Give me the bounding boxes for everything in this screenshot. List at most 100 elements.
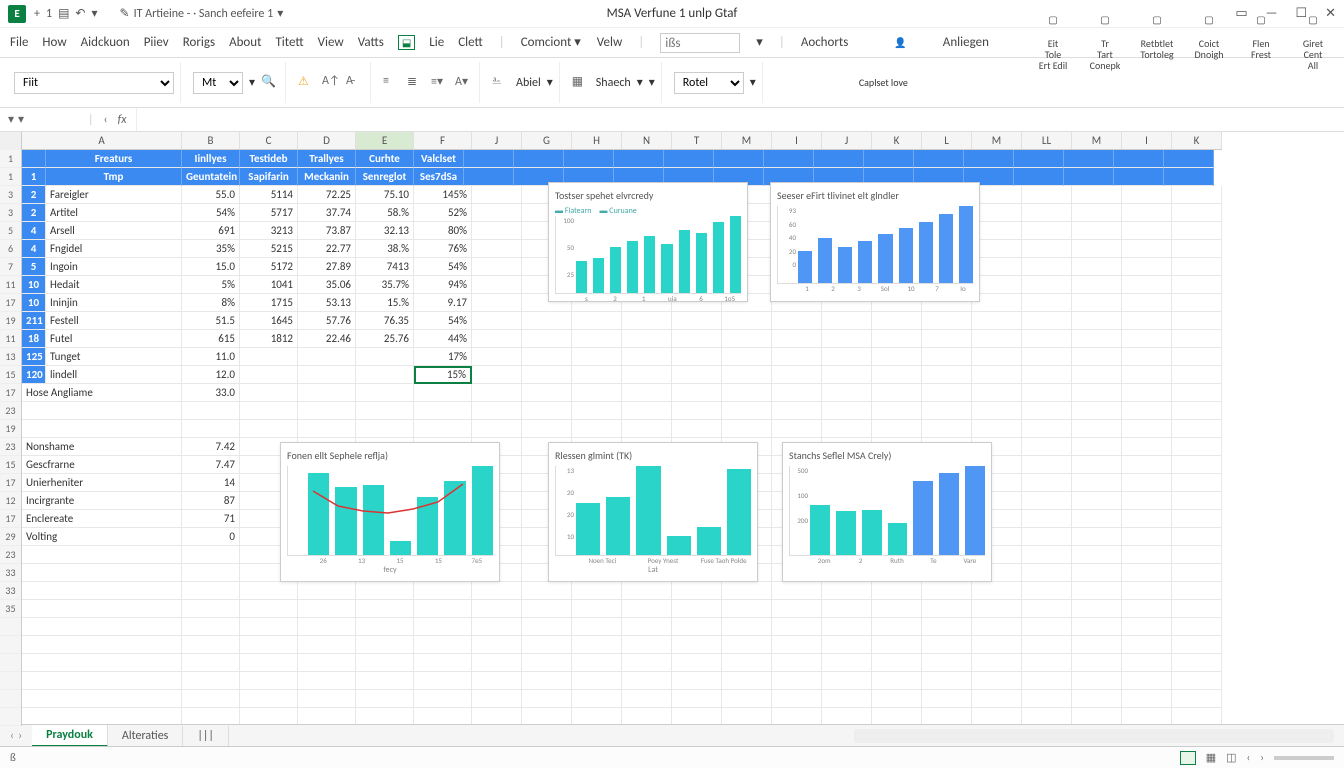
cell[interactable]: [1022, 546, 1072, 564]
cell[interactable]: 35.7%: [356, 276, 414, 294]
cell[interactable]: [1072, 672, 1122, 690]
cell[interactable]: [722, 366, 772, 384]
col-header[interactable]: K: [872, 132, 922, 149]
cell[interactable]: [414, 420, 472, 438]
cell[interactable]: [522, 384, 572, 402]
caplset-button[interactable]: Caplset love: [859, 77, 908, 88]
cell[interactable]: [1122, 294, 1172, 312]
cell[interactable]: Senreglot: [356, 168, 414, 186]
row-header[interactable]: 15: [0, 456, 21, 474]
row-header[interactable]: 3: [0, 204, 21, 222]
cell[interactable]: [872, 582, 922, 600]
row-header[interactable]: [0, 690, 21, 708]
cell[interactable]: [772, 636, 822, 654]
cell[interactable]: 58.%: [356, 204, 414, 222]
cell[interactable]: [922, 636, 972, 654]
cell[interactable]: [822, 690, 872, 708]
cell[interactable]: [472, 672, 522, 690]
cell[interactable]: [522, 636, 572, 654]
cell[interactable]: 5215: [240, 240, 298, 258]
cell[interactable]: [240, 654, 298, 672]
cell[interactable]: [298, 600, 356, 618]
cell[interactable]: [572, 618, 622, 636]
cell[interactable]: [722, 402, 772, 420]
cell[interactable]: [1172, 330, 1222, 348]
cell[interactable]: [1172, 402, 1222, 420]
cell[interactable]: [872, 618, 922, 636]
cell[interactable]: [298, 672, 356, 690]
cell[interactable]: [298, 636, 356, 654]
cell[interactable]: [872, 312, 922, 330]
cell[interactable]: 33.0: [182, 384, 240, 402]
cell[interactable]: Geuntatein: [182, 168, 240, 186]
cell[interactable]: [1172, 186, 1222, 204]
col-header[interactable]: M: [722, 132, 772, 149]
cell[interactable]: [472, 582, 522, 600]
col-header[interactable]: J: [472, 132, 522, 149]
cell[interactable]: [522, 402, 572, 420]
cell[interactable]: [1172, 474, 1222, 492]
cell[interactable]: [1072, 348, 1122, 366]
cell[interactable]: [22, 618, 182, 636]
cell[interactable]: [872, 420, 922, 438]
cell[interactable]: [356, 420, 414, 438]
cell[interactable]: [1122, 618, 1172, 636]
cell[interactable]: Trallyes: [298, 150, 356, 168]
cell[interactable]: [1064, 168, 1114, 186]
cell[interactable]: [240, 402, 298, 420]
table-icon[interactable]: ▦: [572, 74, 590, 92]
cell[interactable]: [722, 672, 772, 690]
cell[interactable]: [522, 312, 572, 330]
cell[interactable]: [1022, 654, 1072, 672]
menu-clett[interactable]: Clett: [458, 35, 483, 50]
cell[interactable]: [472, 366, 522, 384]
cell[interactable]: [182, 564, 240, 582]
cell[interactable]: [1122, 312, 1172, 330]
cell[interactable]: [1022, 384, 1072, 402]
cell[interactable]: [522, 348, 572, 366]
cell[interactable]: [722, 582, 772, 600]
cell[interactable]: [1172, 222, 1222, 240]
cell[interactable]: [672, 402, 722, 420]
cell[interactable]: 5%: [182, 276, 240, 294]
cell[interactable]: 5717: [240, 204, 298, 222]
cell[interactable]: [772, 690, 822, 708]
font-increase-icon[interactable]: A↑: [322, 74, 340, 92]
cell[interactable]: Artitel: [46, 204, 182, 222]
cell[interactable]: [298, 384, 356, 402]
ribbon-big-button-0[interactable]: ▢EitToleErt Edil: [1032, 14, 1074, 71]
cell[interactable]: [414, 600, 472, 618]
cell[interactable]: [1122, 204, 1172, 222]
cell[interactable]: [1022, 312, 1072, 330]
cell[interactable]: 15.0: [182, 258, 240, 276]
cell[interactable]: [822, 330, 872, 348]
cell[interactable]: [240, 618, 298, 636]
cell[interactable]: [356, 654, 414, 672]
cell[interactable]: [672, 636, 722, 654]
cell[interactable]: [298, 420, 356, 438]
cell[interactable]: 76.35: [356, 312, 414, 330]
cell[interactable]: 22.77: [298, 240, 356, 258]
cell[interactable]: [240, 636, 298, 654]
cell[interactable]: [22, 150, 46, 168]
cell[interactable]: [872, 366, 922, 384]
cell[interactable]: [298, 582, 356, 600]
cell[interactable]: [1014, 168, 1064, 186]
zoom-out-icon[interactable]: ‹: [1247, 751, 1251, 764]
underline-icon[interactable]: ⎁: [492, 74, 510, 92]
cell[interactable]: [356, 348, 414, 366]
cell[interactable]: [672, 384, 722, 402]
cell[interactable]: [240, 366, 298, 384]
cell[interactable]: 27.89: [298, 258, 356, 276]
row-header[interactable]: 3: [0, 186, 21, 204]
row-header[interactable]: 33: [0, 582, 21, 600]
cell[interactable]: [240, 348, 298, 366]
cell[interactable]: [722, 690, 772, 708]
cell[interactable]: [972, 582, 1022, 600]
cell[interactable]: [622, 402, 672, 420]
cell[interactable]: [1072, 492, 1122, 510]
cell[interactable]: lindell: [46, 366, 182, 384]
cell[interactable]: [922, 402, 972, 420]
cell[interactable]: 5114: [240, 186, 298, 204]
cell[interactable]: [722, 654, 772, 672]
